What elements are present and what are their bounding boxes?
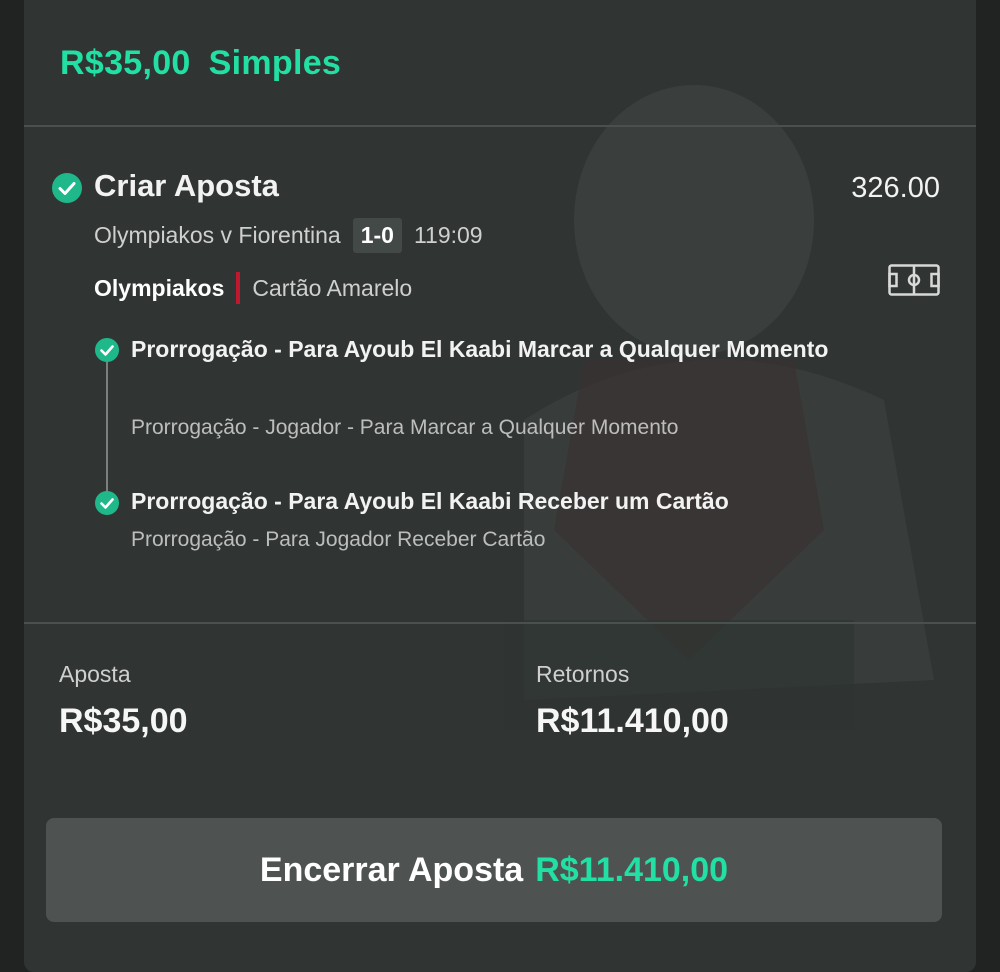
match-score: 1-0 [352, 218, 402, 253]
leg-subtitle: Prorrogação - Jogador - Para Marcar a Qu… [131, 416, 679, 439]
returns-value: R$11.410,00 [536, 702, 729, 740]
divider [24, 622, 976, 624]
returns-label: Retornos [536, 661, 630, 687]
match-clock: 119:09 [413, 222, 483, 248]
leg-check-icon [95, 491, 119, 515]
header-bet-type: Simples [208, 44, 342, 82]
leg-check-icon [95, 338, 119, 362]
selection-title: Criar Aposta [94, 168, 279, 203]
match-name: Olympiakos v Fiorentina [94, 222, 341, 248]
bet-header: R$35,00 Simples [60, 44, 341, 83]
selection-odds: 326.00 [851, 172, 940, 204]
cash-out-button[interactable]: Encerrar Aposta R$11.410,00 [46, 818, 942, 922]
market-name: Cartão Amarelo [252, 274, 413, 301]
cash-out-label: Encerrar Aposta [259, 850, 524, 889]
cash-out-amount: R$11.410,00 [535, 850, 729, 889]
divider [24, 125, 976, 127]
leg-subtitle: Prorrogação - Para Jogador Receber Cartã… [131, 528, 546, 551]
leg-title: Prorrogação - Para Ayoub El Kaabi Recebe… [131, 488, 729, 514]
team-name: Olympiakos [94, 274, 225, 301]
check-circle-icon [52, 173, 82, 203]
legs-connector [106, 352, 108, 502]
stake-label: Aposta [59, 661, 131, 687]
team-market-line: Olympiakos Cartão Amarelo [94, 272, 412, 304]
stake-value: R$35,00 [59, 702, 188, 740]
bet-slip-card: R$35,00 Simples Criar Aposta 326.00 Olymp… [24, 0, 976, 972]
leg-title: Prorrogação - Para Ayoub El Kaabi Marcar… [131, 336, 829, 362]
football-pitch-icon[interactable] [888, 264, 940, 301]
match-info: Olympiakos v Fiorentina 1-0 119:09 [94, 218, 483, 253]
red-card-indicator [236, 272, 241, 304]
header-stake: R$35,00 [60, 44, 191, 82]
